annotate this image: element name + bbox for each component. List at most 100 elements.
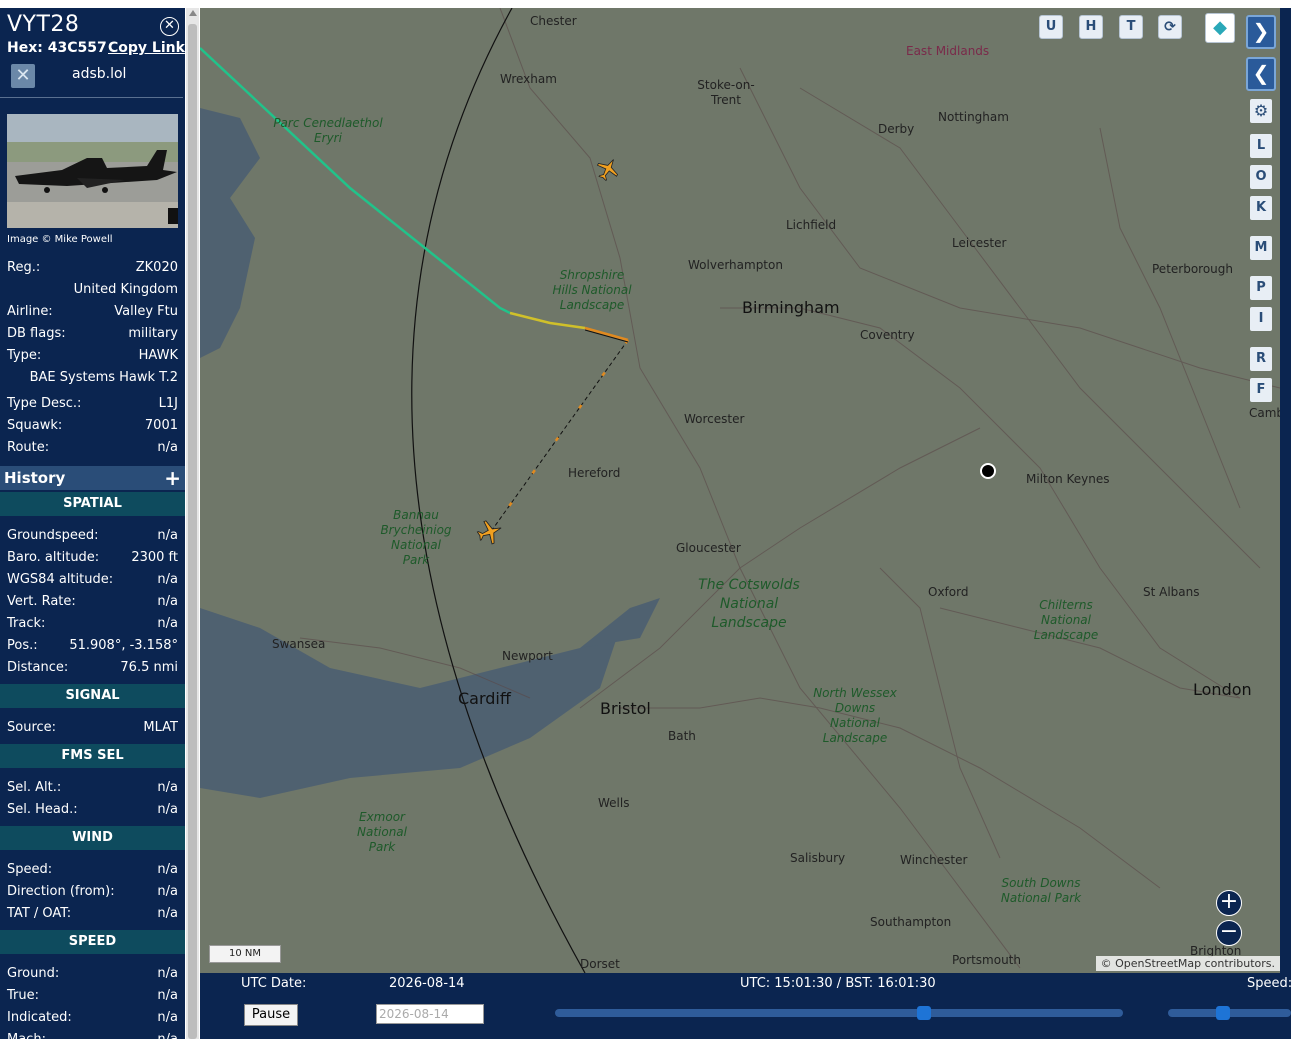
info-value: n/a bbox=[157, 1032, 178, 1039]
info-label: Type Desc.: bbox=[7, 396, 82, 411]
place-label: Worcester bbox=[684, 412, 745, 426]
close-icon[interactable]: ✕ bbox=[160, 17, 179, 36]
date-input[interactable]: 2026-08-14 bbox=[376, 1004, 484, 1024]
info-value: n/a bbox=[157, 966, 178, 981]
side-button-f[interactable]: F bbox=[1250, 378, 1272, 402]
history-header[interactable]: History + bbox=[0, 466, 185, 490]
place-label: Cardiff bbox=[458, 689, 511, 708]
section-fms: FMS SEL bbox=[0, 744, 185, 768]
aircraft-photo[interactable] bbox=[7, 114, 178, 228]
layers-icon[interactable]: ◆ bbox=[1205, 13, 1235, 43]
clock-readout: UTC: 15:01:30 / BST: 16:01:30 bbox=[740, 976, 936, 991]
settings-gear-icon[interactable]: ⚙ bbox=[1250, 99, 1272, 123]
playback-slider-handle[interactable] bbox=[917, 1006, 932, 1020]
playback-slider[interactable] bbox=[555, 1009, 1123, 1017]
side-button-l[interactable]: L bbox=[1250, 134, 1272, 158]
scale-bar: 10 NM bbox=[209, 945, 281, 963]
info-value: United Kingdom bbox=[73, 282, 178, 297]
side-button-k[interactable]: K bbox=[1250, 196, 1272, 220]
place-label: Newport bbox=[502, 649, 553, 663]
info-label: Sel. Head.: bbox=[7, 802, 78, 817]
toolbar-button-h[interactable]: H bbox=[1079, 15, 1103, 39]
place-label: Wrexham bbox=[500, 72, 557, 86]
receiver-location-icon bbox=[980, 463, 996, 479]
park-label: The Cotswolds National Landscape bbox=[698, 577, 800, 631]
chevron-left-icon[interactable]: ❮ bbox=[1246, 57, 1276, 91]
info-label: Reg.: bbox=[7, 260, 41, 275]
right-panel-edge bbox=[1280, 8, 1291, 973]
side-button-i[interactable]: I bbox=[1250, 307, 1272, 331]
expand-icon[interactable]: + bbox=[164, 466, 181, 490]
info-value: 51.908°, -3.158° bbox=[69, 638, 178, 653]
place-label: Wells bbox=[598, 796, 630, 810]
info-label: DB flags: bbox=[7, 326, 66, 341]
map-attribution[interactable]: © OpenStreetMap contributors. bbox=[1095, 956, 1280, 971]
info-value: n/a bbox=[157, 440, 178, 455]
pause-button[interactable]: Pause bbox=[244, 1004, 298, 1026]
section-speed: SPEED bbox=[0, 930, 185, 954]
source-site[interactable]: adsb.lol bbox=[72, 66, 126, 82]
side-button-p[interactable]: P bbox=[1250, 276, 1272, 300]
scroll-up-icon[interactable] bbox=[189, 10, 197, 16]
chevron-right-icon[interactable]: ❯ bbox=[1246, 15, 1276, 49]
side-button-o[interactable]: O bbox=[1250, 165, 1272, 189]
park-label: North Wessex Downs National Landscape bbox=[813, 686, 897, 745]
place-label: Bristol bbox=[600, 699, 651, 718]
info-label: TAT / OAT: bbox=[7, 906, 72, 921]
aircraft-marker-icon[interactable] bbox=[595, 156, 621, 182]
place-label: Southampton bbox=[870, 915, 952, 929]
info-value: BAE Systems Hawk T.2 bbox=[29, 370, 178, 385]
source-logo-icon[interactable]: ✕ bbox=[11, 64, 35, 88]
section-spatial: SPATIAL bbox=[0, 492, 185, 516]
side-button-m[interactable]: M bbox=[1250, 236, 1272, 260]
info-value: n/a bbox=[157, 906, 178, 921]
info-value: n/a bbox=[157, 572, 178, 587]
hex-code: Hex: 43C557 bbox=[7, 40, 107, 56]
place-label: Leicester bbox=[952, 236, 1007, 250]
sidebar-scroll-thumb[interactable] bbox=[188, 24, 197, 1039]
copy-link-button[interactable]: Copy Link bbox=[108, 40, 185, 56]
info-value: n/a bbox=[157, 1010, 178, 1025]
park-label: Bannau Brycheiniog National Park bbox=[380, 508, 452, 567]
photo-credit: Image © Mike Powell bbox=[7, 234, 113, 245]
info-label: WGS84 altitude: bbox=[7, 572, 114, 587]
place-label: Gloucester bbox=[676, 541, 741, 555]
map-view[interactable]: Chester Wrexham Stoke-on-Trent East Midl… bbox=[200, 8, 1280, 973]
info-value: n/a bbox=[157, 780, 178, 795]
toolbar-button-u[interactable]: U bbox=[1039, 15, 1063, 39]
place-label: Nottingham bbox=[938, 110, 1009, 124]
zoom-out-button[interactable]: − bbox=[1216, 920, 1242, 946]
info-label: Speed: bbox=[7, 862, 53, 877]
section-signal: SIGNAL bbox=[0, 684, 185, 708]
info-label: Ground: bbox=[7, 966, 60, 981]
place-label: Camb bbox=[1249, 406, 1280, 420]
zoom-in-button[interactable]: + bbox=[1216, 890, 1242, 916]
info-value: n/a bbox=[157, 594, 178, 609]
info-label: Sel. Alt.: bbox=[7, 780, 62, 795]
info-value: n/a bbox=[157, 802, 178, 817]
info-label: Route: bbox=[7, 440, 50, 455]
info-label: Source: bbox=[7, 720, 57, 735]
info-value: MLAT bbox=[143, 720, 178, 735]
side-button-r[interactable]: R bbox=[1250, 347, 1272, 371]
info-label: Squawk: bbox=[7, 418, 63, 433]
place-label: Winchester bbox=[900, 853, 968, 867]
section-wind: WIND bbox=[0, 826, 185, 850]
toolbar-button-t[interactable]: T bbox=[1119, 15, 1143, 39]
park-label: Exmoor National Park bbox=[356, 810, 407, 854]
info-value: n/a bbox=[157, 528, 178, 543]
info-value: military bbox=[128, 326, 178, 341]
selected-aircraft-icon[interactable] bbox=[476, 518, 504, 546]
place-label: Stoke-on-Trent bbox=[697, 78, 755, 107]
replay-icon[interactable]: ⟳ bbox=[1158, 15, 1182, 39]
speed-slider-handle[interactable] bbox=[1216, 1006, 1231, 1020]
speed-label: Speed: bbox=[1247, 976, 1291, 991]
history-label: History bbox=[4, 469, 66, 487]
place-label: Bath bbox=[668, 729, 696, 743]
info-label: Indicated: bbox=[7, 1010, 72, 1025]
place-label: Chester bbox=[530, 14, 577, 28]
info-label: Vert. Rate: bbox=[7, 594, 76, 609]
place-label: Salisbury bbox=[790, 851, 846, 865]
aircraft-info-panel: VYT28 ✕ Hex: 43C557 Copy Link ✕ adsb.lol… bbox=[0, 8, 185, 1039]
info-label: Direction (from): bbox=[7, 884, 115, 899]
